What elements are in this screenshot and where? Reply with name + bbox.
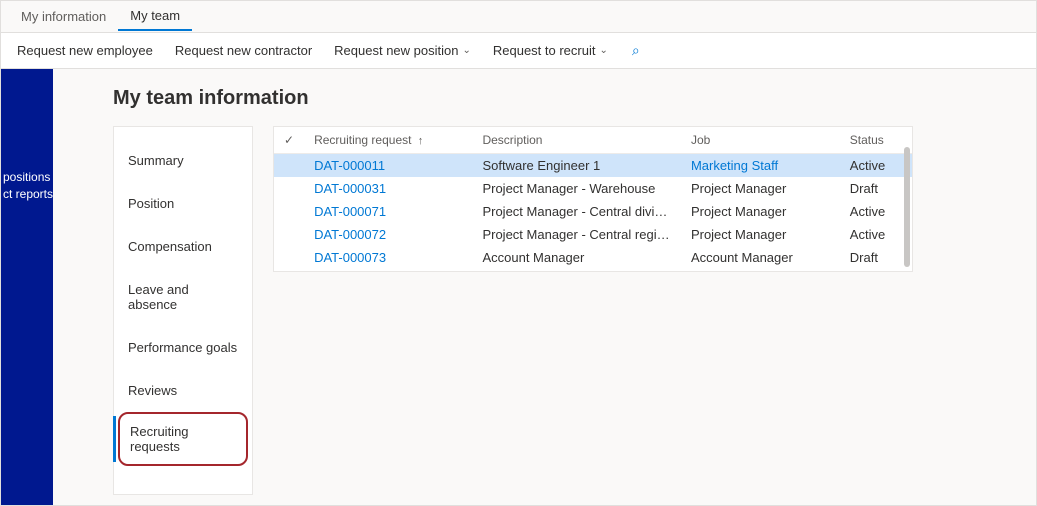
cell-status[interactable]: Draft: [840, 177, 912, 200]
column-header-select[interactable]: ✓: [274, 127, 304, 154]
side-menu: Summary Position Compensation Leave and …: [113, 126, 253, 495]
table-row[interactable]: DAT-000071Project Manager - Central divi…: [274, 200, 912, 223]
cell-recruiting-request[interactable]: DAT-000073: [304, 246, 472, 269]
table-panel: ✓ Recruiting request ↑ Description Job S…: [273, 126, 913, 272]
cell-job[interactable]: Project Manager: [681, 223, 840, 246]
panels-row: Summary Position Compensation Leave and …: [113, 126, 1006, 495]
main-row: positions ct reports My team information…: [1, 69, 1036, 505]
cell-status[interactable]: Active: [840, 154, 912, 178]
cell-status[interactable]: Draft: [840, 246, 912, 269]
top-tabs: My information My team: [1, 1, 1036, 33]
column-header-status[interactable]: Status: [840, 127, 912, 154]
table-row[interactable]: DAT-000072Project Manager - Central regi…: [274, 223, 912, 246]
left-line-2: ct reports: [1, 186, 53, 203]
chevron-down-icon: ⌄: [462, 45, 470, 56]
page-title: My team information: [113, 87, 1006, 110]
cell-description[interactable]: Project Manager - Central region: [472, 223, 680, 246]
table-row[interactable]: DAT-000011Software Engineer 1Marketing S…: [274, 154, 912, 178]
cell-description[interactable]: Project Manager - Central divisi...: [472, 200, 680, 223]
cell-description[interactable]: Project Manager - Warehouse: [472, 177, 680, 200]
tab-my-information[interactable]: My information: [9, 3, 118, 30]
scrollbar[interactable]: [904, 147, 910, 267]
cell-job[interactable]: Project Manager: [681, 200, 840, 223]
sidebar-item-position[interactable]: Position: [114, 182, 252, 225]
cell-select[interactable]: [274, 223, 304, 246]
action-bar: Request new employee Request new contrac…: [1, 33, 1036, 69]
table-row[interactable]: DAT-000031Project Manager - WarehousePro…: [274, 177, 912, 200]
cell-status[interactable]: Active: [840, 223, 912, 246]
request-to-recruit-label: Request to recruit: [493, 43, 596, 58]
cell-job[interactable]: Project Manager: [681, 177, 840, 200]
sidebar-item-summary[interactable]: Summary: [114, 139, 252, 182]
grid-header-row: ✓ Recruiting request ↑ Description Job S…: [274, 127, 912, 154]
request-new-position-button[interactable]: Request new position ⌄: [324, 37, 481, 64]
tab-my-team[interactable]: My team: [118, 2, 192, 31]
left-collapsed-panel[interactable]: positions ct reports: [1, 69, 53, 505]
request-new-employee-button[interactable]: Request new employee: [7, 37, 163, 64]
cell-select[interactable]: [274, 154, 304, 178]
cell-select[interactable]: [274, 177, 304, 200]
chevron-down-icon: ⌄: [599, 45, 607, 56]
column-header-recruiting-request[interactable]: Recruiting request ↑: [304, 127, 472, 154]
cell-job[interactable]: Marketing Staff: [681, 154, 840, 178]
recruiting-requests-grid: ✓ Recruiting request ↑ Description Job S…: [274, 127, 912, 269]
cell-select[interactable]: [274, 246, 304, 269]
cell-description[interactable]: Account Manager: [472, 246, 680, 269]
cell-description[interactable]: Software Engineer 1: [472, 154, 680, 178]
request-new-position-label: Request new position: [334, 43, 458, 58]
sidebar-item-reviews[interactable]: Reviews: [114, 369, 252, 412]
cell-recruiting-request[interactable]: DAT-000071: [304, 200, 472, 223]
request-to-recruit-button[interactable]: Request to recruit ⌄: [483, 37, 618, 64]
request-new-contractor-button[interactable]: Request new contractor: [165, 37, 322, 64]
table-row[interactable]: DAT-000073Account ManagerAccount Manager…: [274, 246, 912, 269]
sidebar-item-recruiting-requests[interactable]: Recruiting requests: [118, 412, 248, 466]
search-icon[interactable]: ⌕: [632, 42, 640, 59]
cell-status[interactable]: Active: [840, 200, 912, 223]
sort-ascending-icon: ↑: [418, 135, 424, 147]
left-line-1: positions: [1, 169, 53, 186]
sidebar-item-leave-absence[interactable]: Leave and absence: [114, 268, 252, 326]
content-area: My team information Summary Position Com…: [53, 69, 1036, 505]
cell-select[interactable]: [274, 200, 304, 223]
column-header-job[interactable]: Job: [681, 127, 840, 154]
col-recruiting-request-label: Recruiting request: [314, 133, 411, 147]
sidebar-item-performance-goals[interactable]: Performance goals: [114, 326, 252, 369]
cell-recruiting-request[interactable]: DAT-000072: [304, 223, 472, 246]
column-header-description[interactable]: Description: [472, 127, 680, 154]
sidebar-item-compensation[interactable]: Compensation: [114, 225, 252, 268]
cell-recruiting-request[interactable]: DAT-000011: [304, 154, 472, 178]
cell-job[interactable]: Account Manager: [681, 246, 840, 269]
cell-recruiting-request[interactable]: DAT-000031: [304, 177, 472, 200]
